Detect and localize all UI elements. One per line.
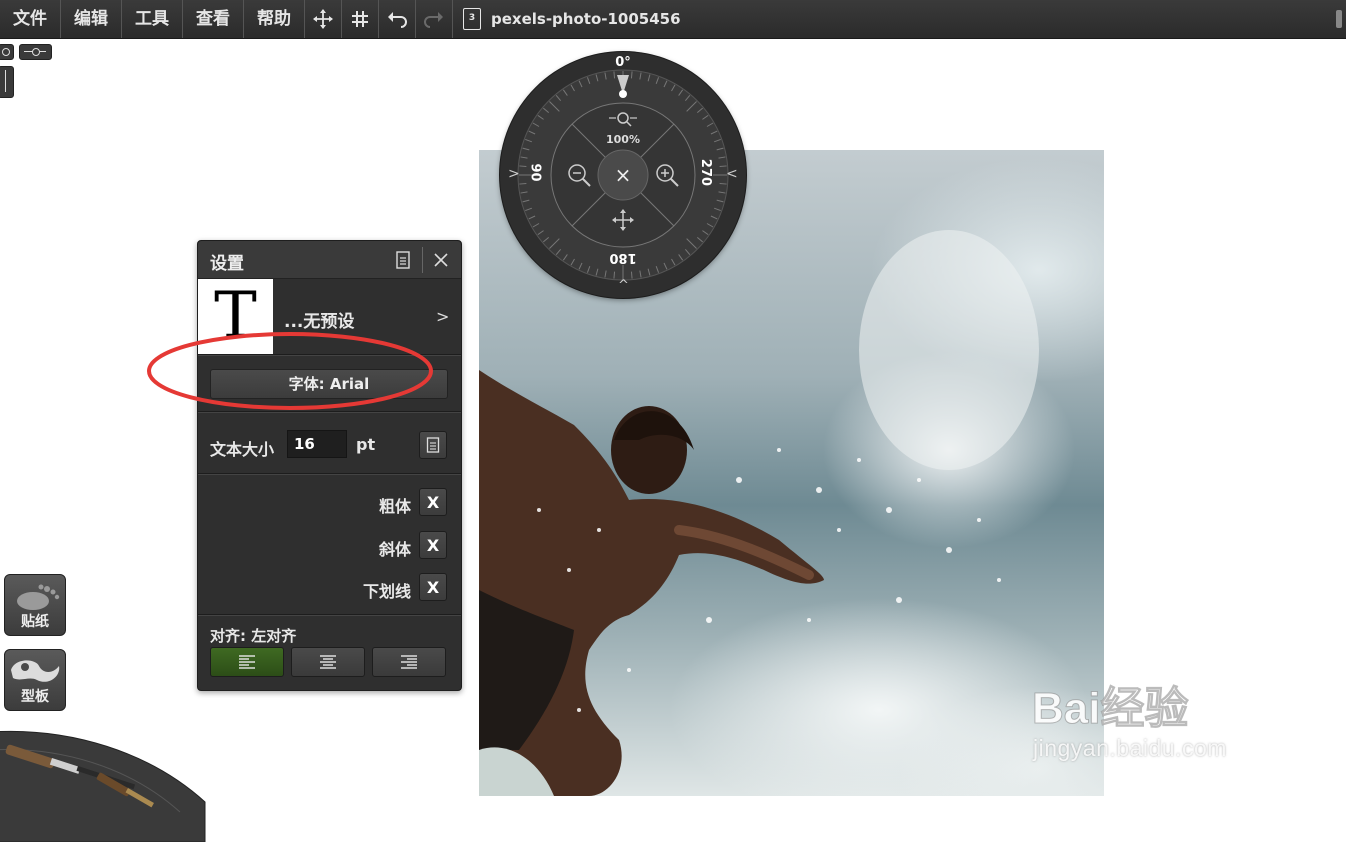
align-right-icon	[401, 655, 417, 669]
menu-help[interactable]: 帮助	[244, 0, 305, 38]
template-tool-button[interactable]: 型板	[4, 649, 66, 711]
text-size-label: 文本大小	[210, 440, 275, 459]
move-arrows-icon	[313, 9, 333, 29]
rotate-bottom-arrow-icon[interactable]: ^	[618, 278, 629, 293]
dial-tick	[613, 71, 616, 79]
panel-close-button[interactable]	[428, 247, 454, 273]
font-preview-swatch: T	[198, 279, 273, 354]
menu-bar: 文件 编辑 工具 查看 帮助 3 pexels-photo-1005456	[0, 0, 1346, 39]
dial-tick	[630, 71, 633, 79]
font-preview-letter: T	[214, 279, 257, 353]
document-tab[interactable]: 3 pexels-photo-1005456	[453, 8, 681, 30]
template-label: 型板	[21, 689, 49, 705]
rotation-zoom-dial[interactable]: 0° 90 270 180 > < ^ 100% ×	[500, 52, 746, 298]
redo-button[interactable]	[416, 0, 453, 38]
pan-button[interactable]	[611, 208, 635, 236]
document-badge: 3	[468, 13, 476, 23]
slider-v-icon	[5, 70, 6, 92]
panel-menu-button[interactable]	[390, 247, 416, 273]
text-settings-panel: 设置 T ...无预设 > 字体: Arial 文本大小 pt 粗体 X 斜体 …	[197, 240, 462, 691]
bold-label: 粗体	[378, 497, 411, 516]
undo-icon	[388, 12, 407, 28]
italic-label: 斜体	[378, 540, 411, 559]
undo-button[interactable]	[379, 0, 416, 38]
rotate-left-arrow-icon[interactable]: >	[508, 166, 520, 182]
sticker-tool-button[interactable]: 贴纸	[4, 574, 66, 636]
zoom-in-icon	[656, 164, 679, 187]
underline-toggle[interactable]: X	[419, 573, 447, 601]
underline-label: 下划线	[362, 582, 411, 601]
alignment-label: 对齐: 左对齐	[210, 627, 297, 645]
zoom-level-readout: 100%	[606, 133, 640, 146]
chevron-right-icon[interactable]: >	[436, 307, 449, 326]
text-size-input[interactable]	[287, 430, 347, 458]
reset-zoom-button[interactable]	[608, 110, 638, 128]
text-size-unit: pt	[356, 435, 376, 454]
angle-top-label: 0°	[615, 55, 631, 70]
brush-selector-wheel[interactable]	[0, 722, 220, 842]
grid-icon	[352, 11, 368, 27]
zoom-in-button[interactable]	[654, 162, 680, 192]
divider	[198, 354, 461, 356]
header-divider	[422, 247, 423, 273]
document-list-icon	[426, 437, 440, 453]
vertical-slider-control[interactable]	[0, 66, 14, 98]
italic-toggle[interactable]: X	[419, 531, 447, 559]
bold-toggle[interactable]: X	[419, 488, 447, 516]
align-left-icon	[239, 655, 255, 669]
text-size-menu-button[interactable]	[419, 431, 447, 459]
panel-title: 设置	[210, 254, 244, 274]
grid-button[interactable]	[342, 0, 379, 38]
menu-edit[interactable]: 编辑	[61, 0, 122, 38]
divider	[198, 614, 461, 616]
close-icon	[434, 253, 448, 267]
font-select-button[interactable]: 字体: Arial	[210, 369, 448, 399]
sticker-label: 贴纸	[21, 614, 49, 630]
zoom-out-icon	[568, 164, 591, 187]
close-dial-button[interactable]: ×	[613, 163, 633, 187]
pan-arrows-icon	[612, 209, 634, 231]
angle-bottom-label: 180	[609, 250, 637, 265]
dial-tick	[519, 182, 527, 185]
dial-tick	[519, 165, 527, 168]
divider	[198, 473, 461, 475]
preset-selector[interactable]: ...无预设	[284, 307, 354, 332]
pin-toggle[interactable]	[0, 44, 14, 60]
zoom-out-button[interactable]	[566, 162, 592, 192]
menu-file[interactable]: 文件	[0, 0, 61, 38]
document-icon: 3	[463, 8, 481, 30]
angle-right-label: 270	[698, 158, 714, 187]
document-title: pexels-photo-1005456	[491, 10, 681, 28]
horizontal-slider-control[interactable]	[19, 44, 52, 60]
watermark-domain: jingyan.baidu.com	[1033, 735, 1227, 761]
align-right-button[interactable]	[372, 647, 446, 677]
align-left-button[interactable]	[210, 647, 284, 677]
menu-tools[interactable]: 工具	[122, 0, 183, 38]
rotate-right-arrow-icon[interactable]: <	[726, 166, 738, 182]
align-center-icon	[320, 655, 336, 669]
document-list-icon	[396, 251, 410, 269]
move-tool-button[interactable]	[305, 0, 342, 38]
zoom-reset-icon	[609, 112, 637, 127]
divider	[198, 411, 461, 413]
dial-tick	[613, 271, 616, 279]
close-icon: ×	[614, 163, 632, 187]
dial-tick	[630, 271, 633, 279]
dial-tick	[719, 182, 727, 185]
angle-left-label: 90	[527, 163, 543, 182]
pin-icon	[2, 48, 10, 56]
align-center-button[interactable]	[291, 647, 365, 677]
redo-icon	[424, 12, 443, 28]
menu-view[interactable]: 查看	[183, 0, 244, 38]
window-edge-control[interactable]	[1336, 10, 1342, 28]
slider-h-knob	[32, 48, 40, 56]
